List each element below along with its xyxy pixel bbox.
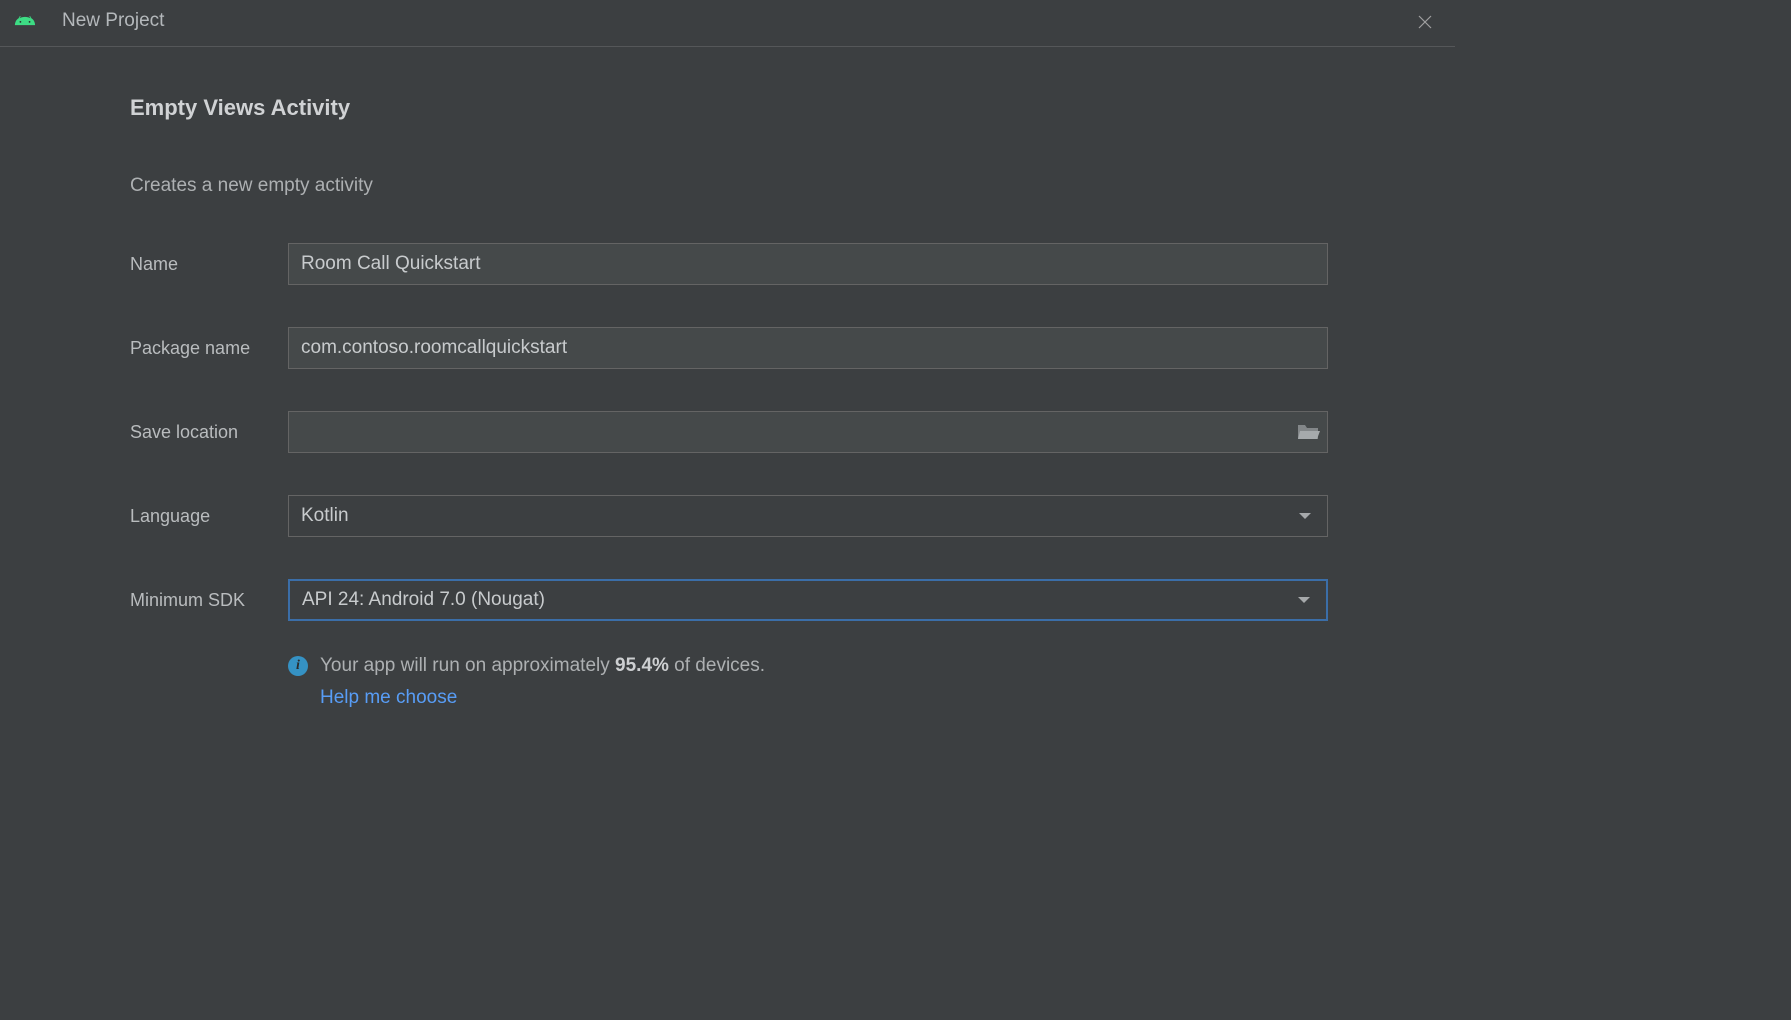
chevron-down-icon: [1298, 597, 1310, 603]
page-subtitle: Creates a new empty activity: [130, 175, 1455, 197]
package-row: Package name: [130, 327, 1455, 369]
sdk-info: i Your app will run on approximately 95.…: [288, 655, 1455, 709]
name-label: Name: [130, 254, 288, 275]
window-title: New Project: [62, 10, 164, 32]
folder-icon: [1296, 422, 1320, 442]
language-row: Language Kotlin: [130, 495, 1455, 537]
page-title: Empty Views Activity: [130, 95, 1455, 121]
package-input[interactable]: [288, 327, 1328, 369]
sdk-label: Minimum SDK: [130, 590, 288, 611]
browse-folder-button[interactable]: [1296, 422, 1320, 442]
titlebar: New Project: [0, 0, 1455, 47]
minimum-sdk-select[interactable]: API 24: Android 7.0 (Nougat): [288, 579, 1328, 621]
content-area: Empty Views Activity Creates a new empty…: [0, 47, 1455, 709]
name-row: Name: [130, 243, 1455, 285]
help-me-choose-link[interactable]: Help me choose: [320, 687, 457, 709]
close-icon: [1417, 14, 1433, 30]
language-label: Language: [130, 506, 288, 527]
sdk-value: API 24: Android 7.0 (Nougat): [302, 589, 545, 611]
language-value: Kotlin: [301, 505, 349, 527]
device-coverage-text: Your app will run on approximately 95.4%…: [320, 655, 765, 677]
location-label: Save location: [130, 422, 288, 443]
name-input[interactable]: [288, 243, 1328, 285]
location-input[interactable]: [288, 411, 1328, 453]
location-row: Save location: [130, 411, 1455, 453]
sdk-row: Minimum SDK API 24: Android 7.0 (Nougat): [130, 579, 1455, 621]
close-button[interactable]: [1417, 14, 1437, 34]
android-icon: [14, 15, 36, 29]
chevron-down-icon: [1299, 513, 1311, 519]
info-icon: i: [288, 656, 308, 676]
package-label: Package name: [130, 338, 288, 359]
language-select[interactable]: Kotlin: [288, 495, 1328, 537]
